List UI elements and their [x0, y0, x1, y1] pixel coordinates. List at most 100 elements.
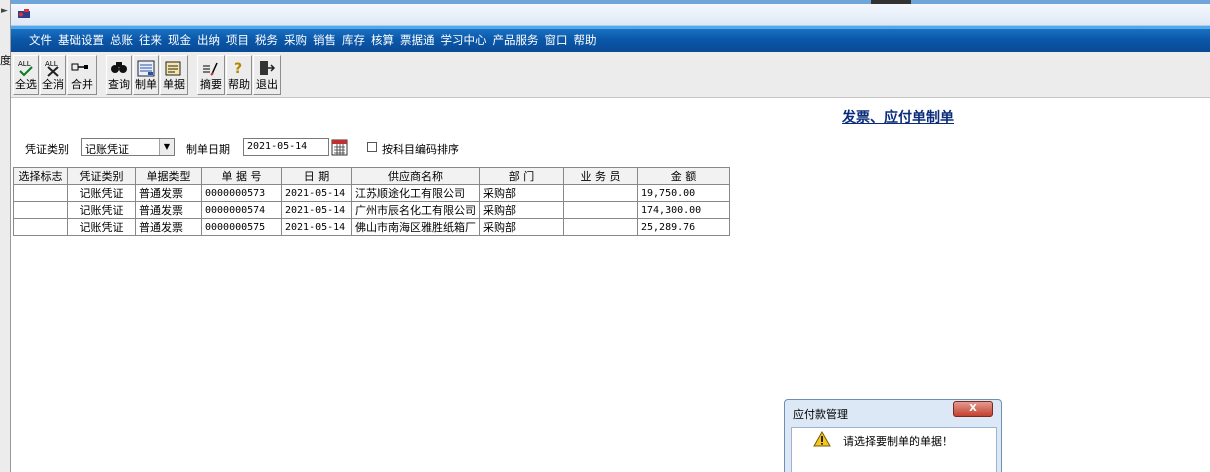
summary-icon: [203, 62, 218, 76]
cell-select[interactable]: [13, 201, 68, 219]
menu-inventory[interactable]: 库存: [342, 32, 365, 48]
col-header-amount[interactable]: 金 额: [637, 167, 730, 185]
select-all-icon: ALL: [18, 60, 33, 77]
menu-basic-settings[interactable]: 基础设置: [58, 32, 104, 48]
menu-product-service[interactable]: 产品服务: [493, 32, 539, 48]
menu-accounts[interactable]: 往来: [139, 32, 162, 48]
toolbar: ALL 全选 ALL 全消 合并 查询 制单 单据 摘要 ? 帮助 退出: [11, 52, 1210, 98]
svg-text:?: ?: [234, 61, 242, 77]
cell-salesperson[interactable]: [563, 201, 638, 219]
cell-doc-number[interactable]: 0000000575: [201, 218, 282, 236]
create-voucher-button[interactable]: 制单: [133, 55, 159, 95]
merge-button[interactable]: 合并: [67, 55, 97, 95]
cell-voucher-type[interactable]: 记账凭证: [67, 201, 136, 219]
cell-select[interactable]: [13, 218, 68, 236]
cell-doc-type[interactable]: 普通发票: [135, 201, 202, 219]
binoculars-icon: [111, 62, 127, 73]
menu-bills[interactable]: 票据通: [400, 32, 435, 48]
cell-department[interactable]: 采购部: [479, 184, 564, 202]
menu-bar: 文件 基础设置 总账 往来 现金 出纳 项目 税务 采购 销售 库存 核算 票据…: [11, 26, 1210, 52]
col-header-date[interactable]: 日 期: [281, 167, 352, 185]
col-header-supplier[interactable]: 供应商名称: [351, 167, 480, 185]
menu-general-ledger[interactable]: 总账: [110, 32, 133, 48]
chevron-right-icon[interactable]: ►: [1, 6, 8, 16]
cell-supplier[interactable]: 江苏顺途化工有限公司: [351, 184, 480, 202]
menu-tax[interactable]: 税务: [255, 32, 278, 48]
cell-amount[interactable]: 19,750.00: [637, 184, 730, 202]
chevron-down-icon[interactable]: ▼: [159, 139, 174, 155]
deselect-all-button[interactable]: ALL 全消: [40, 55, 66, 95]
message-dialog: 应付款管理 X 请选择要制单的单据！: [784, 399, 1002, 472]
col-header-select[interactable]: 选择标志: [13, 167, 68, 185]
sort-by-account-label: 按科目编码排序: [382, 143, 459, 156]
page-title: 发票、应付单制单: [842, 110, 954, 126]
help-button[interactable]: ? 帮助: [226, 55, 252, 95]
table-row[interactable]: 记账凭证 普通发票 0000000573 2021-05-14 江苏顺途化工有限…: [13, 184, 730, 202]
table-row[interactable]: 记账凭证 普通发票 0000000574 2021-05-14 广州市辰名化工有…: [13, 201, 730, 219]
document-icon: [165, 61, 181, 76]
invoice-table: 选择标志 凭证类别 单据类型 单 据 号 日 期 供应商名称 部 门 业 务 员…: [13, 167, 730, 236]
cell-amount[interactable]: 25,289.76: [637, 218, 730, 236]
voucher-button[interactable]: 单据: [160, 55, 188, 95]
left-frame-strip: ► 度: [0, 0, 11, 472]
menu-help[interactable]: 帮助: [574, 32, 597, 48]
query-button[interactable]: 查询: [106, 55, 132, 95]
cell-doc-number[interactable]: 0000000574: [201, 201, 282, 219]
cell-voucher-type[interactable]: 记账凭证: [67, 218, 136, 236]
help-label: 帮助: [228, 78, 250, 91]
date-input[interactable]: 2021-05-14: [243, 138, 329, 156]
deselect-all-icon: ALL: [45, 60, 59, 77]
menu-list: 文件 基础设置 总账 往来 现金 出纳 项目 税务 采购 销售 库存 核算 票据…: [29, 32, 603, 48]
deselect-all-label: 全消: [42, 78, 64, 91]
calendar-icon[interactable]: [331, 138, 348, 156]
menu-file[interactable]: 文件: [29, 32, 52, 48]
cell-department[interactable]: 采购部: [479, 218, 564, 236]
menu-window[interactable]: 窗口: [545, 32, 568, 48]
title-bar: [11, 4, 1210, 26]
sort-by-account-checkbox[interactable]: [367, 142, 377, 152]
cell-date[interactable]: 2021-05-14: [281, 184, 352, 202]
menu-project[interactable]: 项目: [226, 32, 249, 48]
summary-button[interactable]: 摘要: [197, 55, 225, 95]
menu-learning-center[interactable]: 学习中心: [441, 32, 487, 48]
dialog-title: 应付款管理: [793, 408, 848, 421]
table-header-row: 选择标志 凭证类别 单据类型 单 据 号 日 期 供应商名称 部 门 业 务 员…: [13, 167, 730, 185]
select-all-label: 全选: [15, 78, 37, 91]
col-header-doc-number[interactable]: 单 据 号: [201, 167, 282, 185]
menu-sales[interactable]: 销售: [313, 32, 336, 48]
menu-cashier[interactable]: 出纳: [197, 32, 220, 48]
cell-supplier[interactable]: 广州市辰名化工有限公司: [351, 201, 480, 219]
cell-doc-number[interactable]: 0000000573: [201, 184, 282, 202]
cell-salesperson[interactable]: [563, 184, 638, 202]
svg-text:ALL: ALL: [45, 60, 58, 68]
merge-icon: [71, 63, 88, 71]
dialog-close-button[interactable]: X: [953, 401, 993, 417]
cell-department[interactable]: 采购部: [479, 201, 564, 219]
cell-supplier[interactable]: 佛山市南海区雅胜纸箱厂: [351, 218, 480, 236]
select-all-button[interactable]: ALL 全选: [13, 55, 39, 95]
cell-doc-type[interactable]: 普通发票: [135, 218, 202, 236]
menu-cash[interactable]: 现金: [168, 32, 191, 48]
col-header-department[interactable]: 部 门: [479, 167, 564, 185]
col-header-salesperson[interactable]: 业 务 员: [563, 167, 638, 185]
left-strip-text: 度: [0, 54, 11, 67]
query-label: 查询: [108, 78, 130, 91]
cell-date[interactable]: 2021-05-14: [281, 201, 352, 219]
cell-amount[interactable]: 174,300.00: [637, 201, 730, 219]
cell-select[interactable]: [13, 184, 68, 202]
warning-icon: [813, 431, 831, 447]
create-voucher-label: 制单: [135, 78, 157, 91]
menu-bar-accent: [11, 26, 1210, 29]
menu-costing[interactable]: 核算: [371, 32, 394, 48]
col-header-doc-type[interactable]: 单据类型: [135, 167, 202, 185]
cell-salesperson[interactable]: [563, 218, 638, 236]
voucher-type-value: 记账凭证: [85, 143, 129, 156]
exit-button[interactable]: 退出: [253, 55, 281, 95]
voucher-type-select[interactable]: 记账凭证 ▼: [81, 138, 175, 156]
cell-date[interactable]: 2021-05-14: [281, 218, 352, 236]
col-header-voucher-type[interactable]: 凭证类别: [67, 167, 136, 185]
cell-voucher-type[interactable]: 记账凭证: [67, 184, 136, 202]
menu-purchase[interactable]: 采购: [284, 32, 307, 48]
table-row[interactable]: 记账凭证 普通发票 0000000575 2021-05-14 佛山市南海区雅胜…: [13, 218, 730, 236]
cell-doc-type[interactable]: 普通发票: [135, 184, 202, 202]
